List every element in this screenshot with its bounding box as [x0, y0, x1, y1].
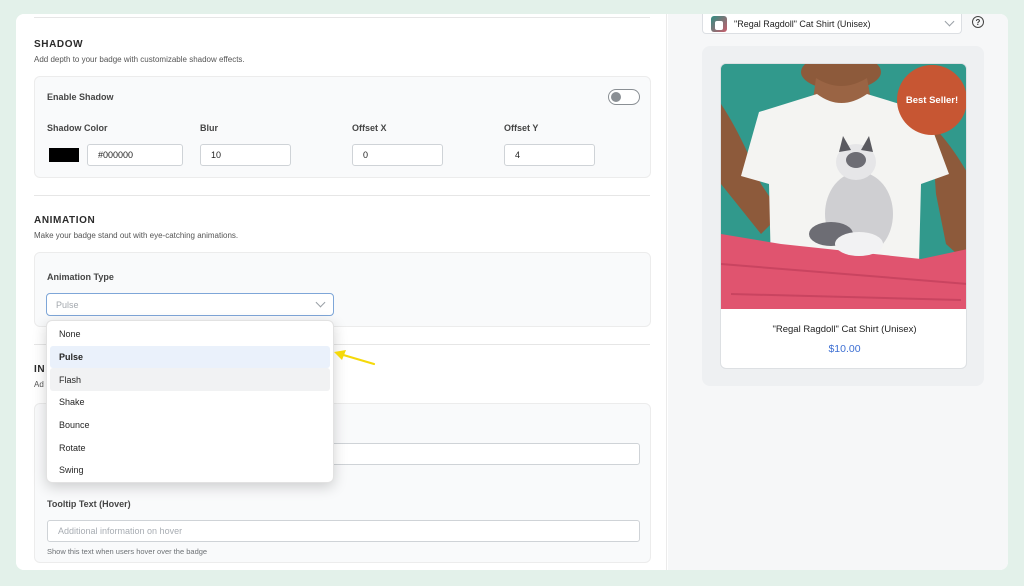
product-image: Best Seller!: [721, 64, 966, 309]
blur-input[interactable]: 10: [200, 144, 291, 166]
enable-shadow-toggle[interactable]: [608, 89, 640, 105]
tooltip-label: Tooltip Text (Hover): [47, 499, 131, 509]
product-price: $10.00: [828, 343, 861, 355]
product-select[interactable]: "Regal Ragdoll" Cat Shirt (Unisex): [702, 14, 962, 34]
tooltip-input[interactable]: Additional information on hover: [47, 520, 640, 542]
shadow-color-swatch[interactable]: [49, 148, 79, 162]
shadow-color-input[interactable]: #000000: [87, 144, 183, 166]
offset-x-input[interactable]: 0: [352, 144, 443, 166]
product-title: "Regal Ragdoll" Cat Shirt (Unisex): [772, 324, 917, 335]
divider: [34, 195, 650, 196]
product-card: Best Seller! "Regal Ragdoll" Cat Shirt (…: [720, 63, 967, 369]
shadow-color-label: Shadow Color: [47, 123, 108, 133]
option-bounce[interactable]: Bounce: [50, 414, 330, 437]
offset-y-input[interactable]: 4: [504, 144, 595, 166]
shadow-section-title: SHADOW: [34, 39, 84, 50]
shadow-card: Enable Shadow Shadow Color Blur Offset X…: [34, 76, 651, 178]
chevron-down-icon: [315, 297, 326, 308]
option-none[interactable]: None: [50, 323, 330, 346]
info-section-description: Ad: [34, 380, 44, 389]
info-section-title: IN: [34, 364, 46, 375]
option-shake[interactable]: Shake: [50, 391, 330, 414]
chevron-down-icon: [944, 16, 955, 27]
help-icon[interactable]: ?: [972, 16, 984, 28]
animation-section-title: ANIMATION: [34, 215, 96, 226]
divider: [34, 17, 650, 18]
option-pulse[interactable]: Pulse: [50, 345, 330, 369]
option-flash[interactable]: Flash: [50, 368, 330, 392]
preview-panel: "Regal Ragdoll" Cat Shirt (Unisex) ? Bes…: [668, 14, 1008, 570]
enable-shadow-label: Enable Shadow: [47, 92, 114, 102]
animation-type-select[interactable]: Pulse: [46, 293, 334, 316]
offset-x-label: Offset X: [352, 123, 387, 133]
animation-select-value: Pulse: [56, 299, 79, 310]
product-select-label: "Regal Ragdoll" Cat Shirt (Unisex): [734, 18, 871, 29]
animation-dropdown-menu: None Pulse Flash Shake Bounce Rotate Swi…: [46, 320, 334, 483]
shadow-section-description: Add depth to your badge with customizabl…: [34, 55, 245, 64]
best-seller-badge: Best Seller!: [897, 65, 966, 135]
app-frame: SHADOW Add depth to your badge with cust…: [16, 14, 1008, 570]
toggle-knob: [611, 91, 621, 102]
animation-type-label: Animation Type: [47, 272, 114, 282]
settings-panel: SHADOW Add depth to your badge with cust…: [16, 14, 667, 570]
offset-y-label: Offset Y: [504, 123, 539, 133]
option-rotate[interactable]: Rotate: [50, 436, 330, 459]
animation-section-description: Make your badge stand out with eye-catch…: [34, 231, 239, 240]
preview-container: Best Seller! "Regal Ragdoll" Cat Shirt (…: [702, 46, 984, 386]
pointer-arrow-icon: [334, 350, 376, 366]
blur-label: Blur: [200, 123, 218, 133]
tooltip-hint: Show this text when users hover over the…: [47, 547, 208, 556]
product-thumbnail: [711, 15, 727, 32]
option-swing[interactable]: Swing: [50, 459, 330, 482]
